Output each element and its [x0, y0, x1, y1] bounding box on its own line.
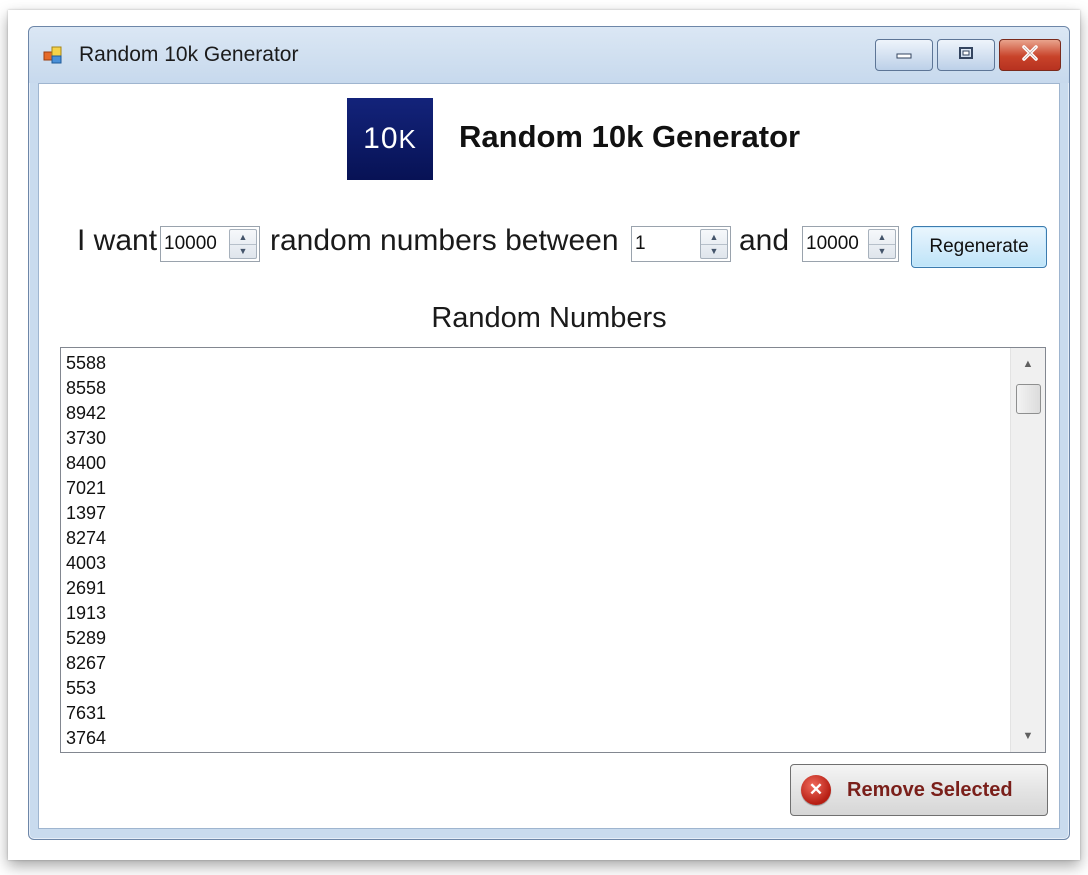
list-heading: Random Numbers [431, 302, 667, 334]
window-title: Random 10k Generator [79, 43, 299, 66]
maximize-icon [957, 45, 975, 66]
window-client-area: 10 K Random 10k Generator I want 10000 ▲ … [38, 83, 1060, 829]
remove-selected-label: Remove Selected [847, 778, 1013, 801]
min-value[interactable]: 1 [635, 233, 646, 255]
count-value[interactable]: 10000 [164, 233, 217, 255]
app-window: Random 10k Generator 10 K Random 10k Gene… [28, 26, 1070, 840]
count-down-icon[interactable]: ▼ [230, 244, 256, 258]
page-title: Random 10k Generator [459, 119, 801, 154]
list-item[interactable]: 1397 [66, 501, 106, 526]
remove-x-icon: ✕ [801, 775, 831, 805]
list-item[interactable]: 553 [66, 676, 106, 701]
maximize-button[interactable] [937, 39, 995, 71]
title-bar[interactable]: Random 10k Generator [29, 27, 1069, 83]
count-stepper[interactable]: 10000 ▲ ▼ [160, 226, 260, 262]
min-stepper[interactable]: 1 ▲ ▼ [631, 226, 731, 262]
list-item[interactable]: 8267 [66, 651, 106, 676]
list-item[interactable]: 8558 [66, 376, 106, 401]
scroll-up-icon[interactable]: ▲ [1011, 348, 1045, 380]
list-item[interactable]: 1913 [66, 601, 106, 626]
min-up-icon[interactable]: ▲ [701, 230, 727, 245]
prefix-label: I want [77, 224, 158, 257]
close-icon [1020, 44, 1040, 66]
min-down-icon[interactable]: ▼ [701, 244, 727, 258]
max-up-icon[interactable]: ▲ [869, 230, 895, 245]
list-item[interactable]: 2691 [66, 576, 106, 601]
scroll-down-icon[interactable]: ▼ [1011, 720, 1045, 752]
list-item[interactable]: 8942 [66, 401, 106, 426]
random-numbers-listbox[interactable]: 5588 8558 8942 3730 8400 7021 1397 8274 4003 2691… [60, 347, 1046, 753]
list-item[interactable]: 8400 [66, 451, 106, 476]
max-value[interactable]: 10000 [806, 233, 859, 255]
count-up-icon[interactable]: ▲ [230, 230, 256, 245]
min-stepper-arrows[interactable]: ▲ ▼ [700, 229, 728, 259]
list-item[interactable]: 7021 [66, 476, 106, 501]
list-item[interactable]: 7631 [66, 701, 106, 726]
close-button[interactable] [999, 39, 1061, 71]
logo-suffix: K [398, 123, 417, 154]
minimize-icon [895, 46, 913, 64]
scroll-thumb[interactable] [1016, 384, 1041, 414]
list-item[interactable]: 3764 [66, 726, 106, 751]
list-item[interactable]: 5588 [66, 351, 106, 376]
app-window-icon [43, 45, 63, 65]
remove-selected-button[interactable]: ✕ Remove Selected [790, 764, 1048, 816]
count-stepper-arrows[interactable]: ▲ ▼ [229, 229, 257, 259]
max-stepper[interactable]: 10000 ▲ ▼ [802, 226, 899, 262]
minimize-button[interactable] [875, 39, 933, 71]
list-item[interactable]: 8274 [66, 526, 106, 551]
and-label: and [739, 224, 790, 257]
max-down-icon[interactable]: ▼ [869, 244, 895, 258]
list-item[interactable]: 5289 [66, 626, 106, 651]
list-item[interactable]: 3730 [66, 426, 106, 451]
logo-number: 10 [363, 122, 399, 155]
app-logo: 10 K [347, 98, 433, 180]
max-stepper-arrows[interactable]: ▲ ▼ [868, 229, 896, 259]
regenerate-button[interactable]: Regenerate [911, 226, 1047, 268]
range-label: random numbers between [270, 224, 619, 257]
list-items: 5588 8558 8942 3730 8400 7021 1397 8274 4003 2691… [66, 351, 106, 751]
list-item[interactable]: 4003 [66, 551, 106, 576]
vertical-scrollbar[interactable]: ▲ ▼ [1010, 348, 1045, 752]
